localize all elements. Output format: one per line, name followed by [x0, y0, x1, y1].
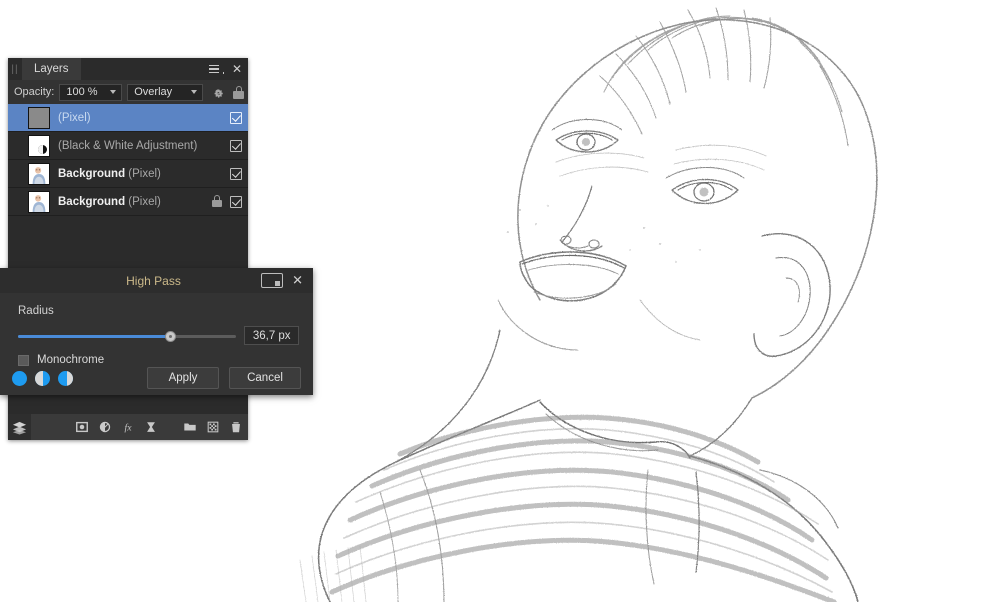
radius-slider-row: 36,7 px [18, 326, 299, 345]
layer-label: Background (Pixel) [58, 167, 161, 180]
layer-row[interactable]: (Pixel) [8, 104, 248, 132]
layer-thumbnail [28, 162, 50, 185]
gear-icon[interactable] [211, 85, 225, 99]
preview-split-v-icon[interactable] [35, 370, 50, 386]
adjustment-icon[interactable] [93, 414, 116, 440]
dialog-body: Radius 36,7 px Monochrome [0, 293, 313, 366]
slider-handle[interactable] [165, 330, 177, 342]
cancel-button[interactable]: Cancel [229, 367, 301, 389]
layer-thumbnail [28, 106, 50, 129]
layer-visibility-checkbox[interactable] [230, 167, 242, 180]
close-icon[interactable]: ✕ [226, 58, 248, 80]
layer-thumbnail [28, 190, 50, 213]
layers-toolbar: fx [8, 414, 248, 440]
preview-split-icon[interactable] [261, 273, 283, 288]
opacity-value: 100 % [66, 86, 98, 98]
folder-icon[interactable] [179, 414, 202, 440]
layer-visibility-checkbox[interactable] [230, 195, 242, 208]
hamburger-menu-icon[interactable] [204, 58, 226, 80]
layer-list: (Pixel) (Black & White Adjustment) Backg… [8, 104, 248, 276]
layer-row[interactable]: Background (Pixel) [8, 160, 248, 188]
chevron-down-icon[interactable] [191, 90, 198, 94]
radius-label: Radius [18, 305, 54, 317]
slider-fill [18, 334, 171, 338]
fx-icon[interactable]: fx [116, 414, 139, 440]
layer-lock-icon[interactable] [211, 195, 224, 208]
layers-panel-titlebar[interactable]: || Layers ✕ [8, 58, 248, 80]
radius-value-input[interactable]: 36,7 px [244, 326, 299, 345]
radius-slider[interactable] [18, 329, 236, 343]
mask-icon[interactable] [70, 414, 93, 440]
preview-mirror-icon[interactable] [58, 370, 73, 386]
layer-label: (Black & White Adjustment) [58, 139, 198, 152]
opacity-row: Opacity: 100 % Overlay [8, 80, 248, 104]
dialog-footer: Apply Cancel [0, 361, 313, 395]
titlebar-spacer [81, 58, 204, 80]
layer-label: (Pixel) [58, 111, 91, 124]
layer-row[interactable]: (Black & White Adjustment) [8, 132, 248, 160]
dialog-title: High Pass [126, 273, 181, 288]
blend-mode-value: Overlay [134, 86, 173, 98]
opacity-label: Opacity: [14, 86, 55, 98]
tab-layers-label: Layers [34, 63, 69, 75]
layer-thumbnail [28, 134, 50, 157]
trash-icon[interactable] [225, 414, 248, 440]
lock-icon[interactable] [233, 85, 245, 99]
layer-visibility-checkbox[interactable] [230, 111, 242, 124]
opacity-input[interactable]: 100 % [59, 83, 123, 101]
svg-text:fx: fx [125, 423, 133, 434]
tab-layers[interactable]: Layers [22, 58, 81, 80]
layer-visibility-checkbox[interactable] [230, 139, 242, 152]
dialog-titlebar[interactable]: High Pass ✕ [0, 268, 313, 293]
new-layer-icon[interactable] [202, 414, 225, 440]
blend-mode-select[interactable]: Overlay [127, 83, 204, 101]
high-pass-dialog: High Pass ✕ Radius 36,7 px Monochrome Ap… [0, 268, 313, 395]
drag-grip-icon[interactable]: || [8, 58, 22, 80]
preview-mode-group [12, 370, 73, 386]
live-filter-icon[interactable] [140, 414, 163, 440]
radius-value: 36,7 px [252, 329, 291, 342]
layer-label: Background (Pixel) [58, 195, 161, 208]
close-icon[interactable]: ✕ [292, 274, 303, 287]
apply-button[interactable]: Apply [147, 367, 219, 389]
layer-list-empty-area[interactable] [8, 216, 248, 276]
layers-stack-icon[interactable] [8, 414, 32, 440]
chevron-down-icon[interactable] [110, 90, 117, 94]
preview-full-icon[interactable] [12, 370, 27, 386]
layer-row[interactable]: Background (Pixel) [8, 188, 248, 216]
